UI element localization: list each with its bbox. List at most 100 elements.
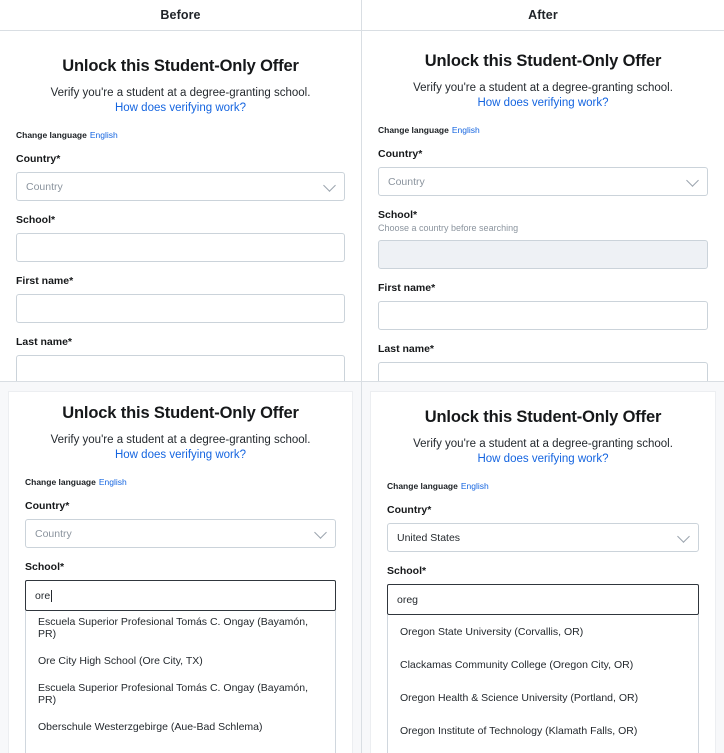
verification-form-before-initial: Unlock this Student-Only Offer Verify yo… [0, 31, 361, 381]
country-select[interactable]: United States [387, 523, 699, 552]
change-language-row: Change language English [378, 125, 708, 135]
school-search-value: oreg [397, 593, 419, 606]
page-title: Unlock this Student-Only Offer [424, 52, 662, 70]
country-select-value: Country [26, 180, 63, 193]
change-language-row: Change language English [25, 477, 336, 487]
verification-form-after-initial: Unlock this Student-Only Offer Verify yo… [362, 31, 724, 381]
school-search-input[interactable]: ore [25, 580, 336, 611]
school-label: School* [25, 561, 65, 573]
country-label: Country* [387, 504, 432, 516]
panel-after-initial: Unlock this Student-Only Offer Verify yo… [362, 31, 724, 381]
change-language-row: Change language English [16, 130, 345, 140]
list-item[interactable]: Escuela Superior Profesional Tomás C. On… [26, 611, 335, 644]
country-label: Country* [25, 500, 70, 512]
field-group-school: School* [16, 214, 345, 262]
field-group-school: School* Choose a country before searchin… [378, 209, 708, 269]
verification-card-after-search: Unlock this Student-Only Offer Verify yo… [370, 391, 716, 753]
field-group-last-name: Last name* [378, 343, 708, 381]
list-item[interactable]: Oregon Institute of Technology (Klamath … [388, 714, 698, 747]
text-caret [51, 589, 53, 602]
field-group-country: Country* Country [378, 148, 708, 196]
last-name-label: Last name* [16, 336, 73, 348]
change-language-label: Change language [16, 130, 87, 140]
field-group-first-name: First name* [16, 275, 345, 323]
school-hint: Choose a country before searching [378, 223, 519, 233]
school-label: School* [16, 214, 56, 226]
field-group-school: School* ore [25, 561, 336, 611]
last-name-label: Last name* [378, 343, 435, 355]
how-verifying-works-link[interactable]: How does verifying work? [378, 97, 708, 109]
list-item[interactable]: Oregon Health & Science University (Port… [388, 681, 698, 714]
school-label: School* [378, 209, 418, 221]
page-title: Unlock this Student-Only Offer [62, 404, 299, 422]
language-value-link[interactable]: English [90, 130, 118, 140]
school-input[interactable] [16, 233, 345, 262]
list-item[interactable]: Clackamas Community College (Oregon City… [388, 648, 698, 681]
school-suggestion-list-before[interactable]: Escuela Superior Profesional Tomás C. On… [25, 611, 336, 753]
chevron-down-icon [686, 173, 699, 187]
list-item[interactable]: Ore City High School (Ore City, TX) [26, 644, 335, 677]
school-search-value: ore [35, 589, 51, 602]
panel-before-search: Unlock this Student-Only Offer Verify yo… [0, 381, 362, 753]
school-input-disabled [378, 240, 708, 269]
verification-card-before-initial: Unlock this Student-Only Offer Verify yo… [0, 31, 361, 381]
column-header-after: After [362, 0, 724, 31]
chevron-down-icon [677, 529, 690, 543]
before-after-comparison-grid: Before After Unlock this Student-Only Of… [0, 0, 724, 753]
field-group-country: Country* Country [16, 153, 345, 201]
change-language-label: Change language [387, 481, 458, 491]
how-verifying-works-link[interactable]: How does verifying work? [25, 449, 336, 461]
how-verifying-works-link[interactable]: How does verifying work? [16, 102, 345, 114]
language-value-link[interactable]: English [452, 125, 480, 135]
verification-card-before-search: Unlock this Student-Only Offer Verify yo… [8, 391, 353, 753]
page-subtitle: Verify you're a student at a degree-gran… [413, 438, 673, 450]
school-suggestion-list-after[interactable]: Oregon State University (Corvallis, OR) … [387, 615, 699, 753]
field-group-first-name: First name* [378, 282, 708, 330]
chevron-down-icon [323, 178, 336, 192]
language-value-link[interactable]: English [99, 477, 127, 487]
verification-card-after-initial: Unlock this Student-Only Offer Verify yo… [362, 31, 724, 381]
list-item[interactable]: Oregon State University-Cascades Campus … [388, 747, 698, 753]
field-group-country: Country* United States [387, 504, 699, 552]
how-verifying-works-link[interactable]: How does verifying work? [387, 453, 699, 465]
column-header-before: Before [0, 0, 362, 31]
page-subtitle: Verify you're a student at a degree-gran… [413, 82, 673, 94]
country-select-value: United States [397, 531, 461, 544]
page-title: Unlock this Student-Only Offer [62, 57, 299, 75]
first-name-input[interactable] [378, 301, 708, 330]
panel-after-search: Unlock this Student-Only Offer Verify yo… [362, 381, 724, 753]
country-label: Country* [378, 148, 423, 160]
country-select-value: Country [35, 527, 72, 540]
list-item[interactable]: Oberschule Westerzgebirge (Aue-Bad Schle… [26, 710, 335, 743]
country-select-value: Country [388, 175, 425, 188]
field-group-country: Country* Country [25, 500, 336, 548]
panel-before-initial: Unlock this Student-Only Offer Verify yo… [0, 31, 362, 381]
change-language-label: Change language [378, 125, 449, 135]
list-item[interactable]: Oregon State University (Corvallis, OR) [388, 615, 698, 648]
last-name-input[interactable] [16, 355, 345, 381]
change-language-label: Change language [25, 477, 96, 487]
first-name-label: First name* [16, 275, 74, 287]
verification-form-before-search: Unlock this Student-Only Offer Verify yo… [9, 392, 352, 611]
country-label: Country* [16, 153, 61, 165]
first-name-input[interactable] [16, 294, 345, 323]
country-select[interactable]: Country [16, 172, 345, 201]
last-name-input[interactable] [378, 362, 708, 381]
page-subtitle: Verify you're a student at a degree-gran… [50, 87, 311, 99]
school-search-input[interactable]: oreg [387, 584, 699, 615]
field-group-school: School* oreg [387, 565, 699, 615]
field-group-last-name: Last name* [16, 336, 345, 381]
change-language-row: Change language English [387, 481, 699, 491]
country-select[interactable]: Country [25, 519, 336, 548]
column-header-before-label: Before [160, 8, 201, 22]
first-name-label: First name* [378, 282, 436, 294]
school-label: School* [387, 565, 427, 577]
verification-form-after-search: Unlock this Student-Only Offer Verify yo… [371, 392, 715, 615]
list-item[interactable]: Escuela Superior Profesional Tomás C. On… [26, 677, 335, 710]
page-title: Unlock this Student-Only Offer [424, 408, 662, 426]
language-value-link[interactable]: English [461, 481, 489, 491]
column-header-after-label: After [528, 8, 558, 22]
list-item[interactable]: Oregon State University (Corvallis, OR) [26, 743, 335, 753]
chevron-down-icon [314, 525, 327, 539]
country-select[interactable]: Country [378, 167, 708, 196]
